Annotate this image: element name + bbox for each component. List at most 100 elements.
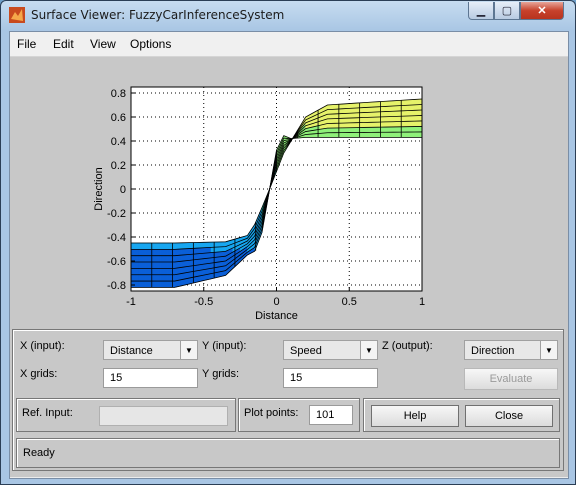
surface-patch	[174, 248, 183, 256]
x-input-select[interactable]: Distance ▼	[103, 340, 198, 360]
surface-patch	[392, 131, 401, 138]
surface-patch	[159, 242, 168, 250]
surface-patch	[196, 242, 204, 249]
surface-patch	[130, 249, 139, 256]
surface-patch	[385, 100, 394, 107]
plot-points-panel: Plot points: 101	[238, 398, 360, 432]
surface-patch	[188, 247, 197, 255]
ref-input-field[interactable]	[99, 406, 228, 426]
surface-patch	[334, 108, 343, 115]
surface-patch	[385, 105, 394, 112]
surface-patch	[327, 123, 335, 129]
surface-patch	[210, 241, 219, 248]
help-button[interactable]: Help	[371, 405, 459, 427]
y-grids-label: Y grids:	[202, 368, 240, 380]
surface-patch	[349, 107, 357, 114]
x-tick-label: -1	[126, 296, 136, 308]
menu-file[interactable]: File	[17, 37, 36, 51]
surface-patch	[130, 261, 139, 269]
surface-patch	[392, 115, 401, 122]
surface-patch	[152, 268, 161, 275]
surface-patch	[378, 111, 386, 118]
surface-viewer-window: Surface Viewer: FuzzyCarInferenceSystem …	[0, 0, 576, 485]
ref-input-panel: Ref. Input:	[16, 398, 236, 432]
status-panel: Ready	[16, 438, 560, 468]
y-input-label: Y (input):	[202, 340, 247, 352]
surface-patch	[370, 116, 379, 123]
close-window-button[interactable]: ✕	[520, 2, 564, 20]
z-output-select[interactable]: Direction ▼	[464, 340, 558, 360]
surface-patch	[349, 127, 357, 133]
surface-patch	[349, 122, 357, 128]
surface-patch	[167, 274, 175, 282]
menu-options[interactable]: Options	[130, 37, 171, 51]
chevron-down-icon: ▼	[180, 341, 197, 359]
y-axis-label: Direction	[93, 167, 105, 210]
surface-patch	[203, 241, 212, 249]
menu-view[interactable]: View	[90, 37, 116, 51]
y-tick-label: 0.6	[111, 112, 126, 124]
surface-patch	[378, 121, 386, 128]
plot-points-field[interactable]: 101	[309, 405, 353, 425]
minimize-button[interactable]: ▁	[468, 2, 494, 20]
y-input-select[interactable]: Speed ▼	[283, 340, 378, 360]
surface-patch	[152, 280, 161, 288]
surface-patch	[407, 120, 415, 127]
z-output-value: Direction	[471, 345, 515, 357]
surface-patch	[159, 255, 168, 263]
surface-patch	[152, 255, 161, 263]
x-grids-label: X grids:	[20, 368, 58, 380]
x-tick-label: 0	[273, 296, 279, 308]
surface-patch	[327, 127, 335, 134]
surface-patch	[385, 110, 394, 118]
surface-patch	[356, 107, 365, 114]
surface-patch	[341, 127, 350, 133]
surface-patch	[138, 268, 146, 275]
chevron-down-icon: ▼	[360, 341, 377, 359]
surface-patch	[385, 126, 394, 133]
surface-patch	[414, 120, 423, 127]
x-input-value: Distance	[110, 345, 153, 357]
button-panel: Help Close	[363, 398, 560, 432]
y-grids-field[interactable]: 15	[283, 368, 378, 388]
surface-patch	[414, 109, 423, 116]
surface-patch	[327, 132, 335, 138]
surface-patch	[414, 126, 423, 133]
x-grids-field[interactable]: 15	[103, 368, 198, 388]
surface-patch	[349, 112, 357, 119]
surface-patch	[363, 127, 372, 133]
surface-patch	[407, 104, 415, 111]
surface-patch	[392, 105, 401, 112]
surface-patch	[349, 117, 357, 124]
surface-patch	[138, 255, 146, 263]
surface-patch	[392, 121, 401, 128]
surface-patch	[356, 122, 365, 128]
surface-patch	[341, 112, 350, 119]
evaluate-button[interactable]: Evaluate	[464, 368, 558, 390]
surface-patch	[174, 242, 183, 250]
y-tick-label: -0.2	[107, 208, 126, 220]
menu-edit[interactable]: Edit	[53, 37, 74, 51]
surface-patch	[167, 261, 175, 269]
surface-patch	[152, 242, 161, 250]
x-tick-label: -0.5	[194, 296, 213, 308]
surface-plot[interactable]: -1 -0.5 0 0.5 1 0.8 0.6 0.4 0.2 0 -0.2 -0.4 -0.6 -0.8…	[10, 57, 568, 327]
surface-patch	[378, 116, 386, 123]
status-text: Ready	[23, 447, 55, 459]
surface-patch	[407, 126, 415, 133]
surface-patch	[167, 242, 175, 250]
surface-patch	[327, 113, 335, 120]
surface-patch	[334, 118, 343, 124]
surface-patch	[392, 100, 401, 107]
surface-patch	[159, 249, 168, 256]
surface-patch	[152, 274, 161, 282]
maximize-button[interactable]: ▢	[494, 2, 520, 20]
surface-patch	[341, 117, 350, 124]
surface-patch	[167, 280, 175, 288]
ref-input-label: Ref. Input:	[22, 407, 73, 419]
close-button[interactable]: Close	[465, 405, 553, 427]
surface-patch	[138, 242, 146, 250]
surface-patch	[414, 131, 423, 138]
surface-patch	[356, 127, 365, 133]
z-output-label: Z (output):	[382, 340, 433, 352]
